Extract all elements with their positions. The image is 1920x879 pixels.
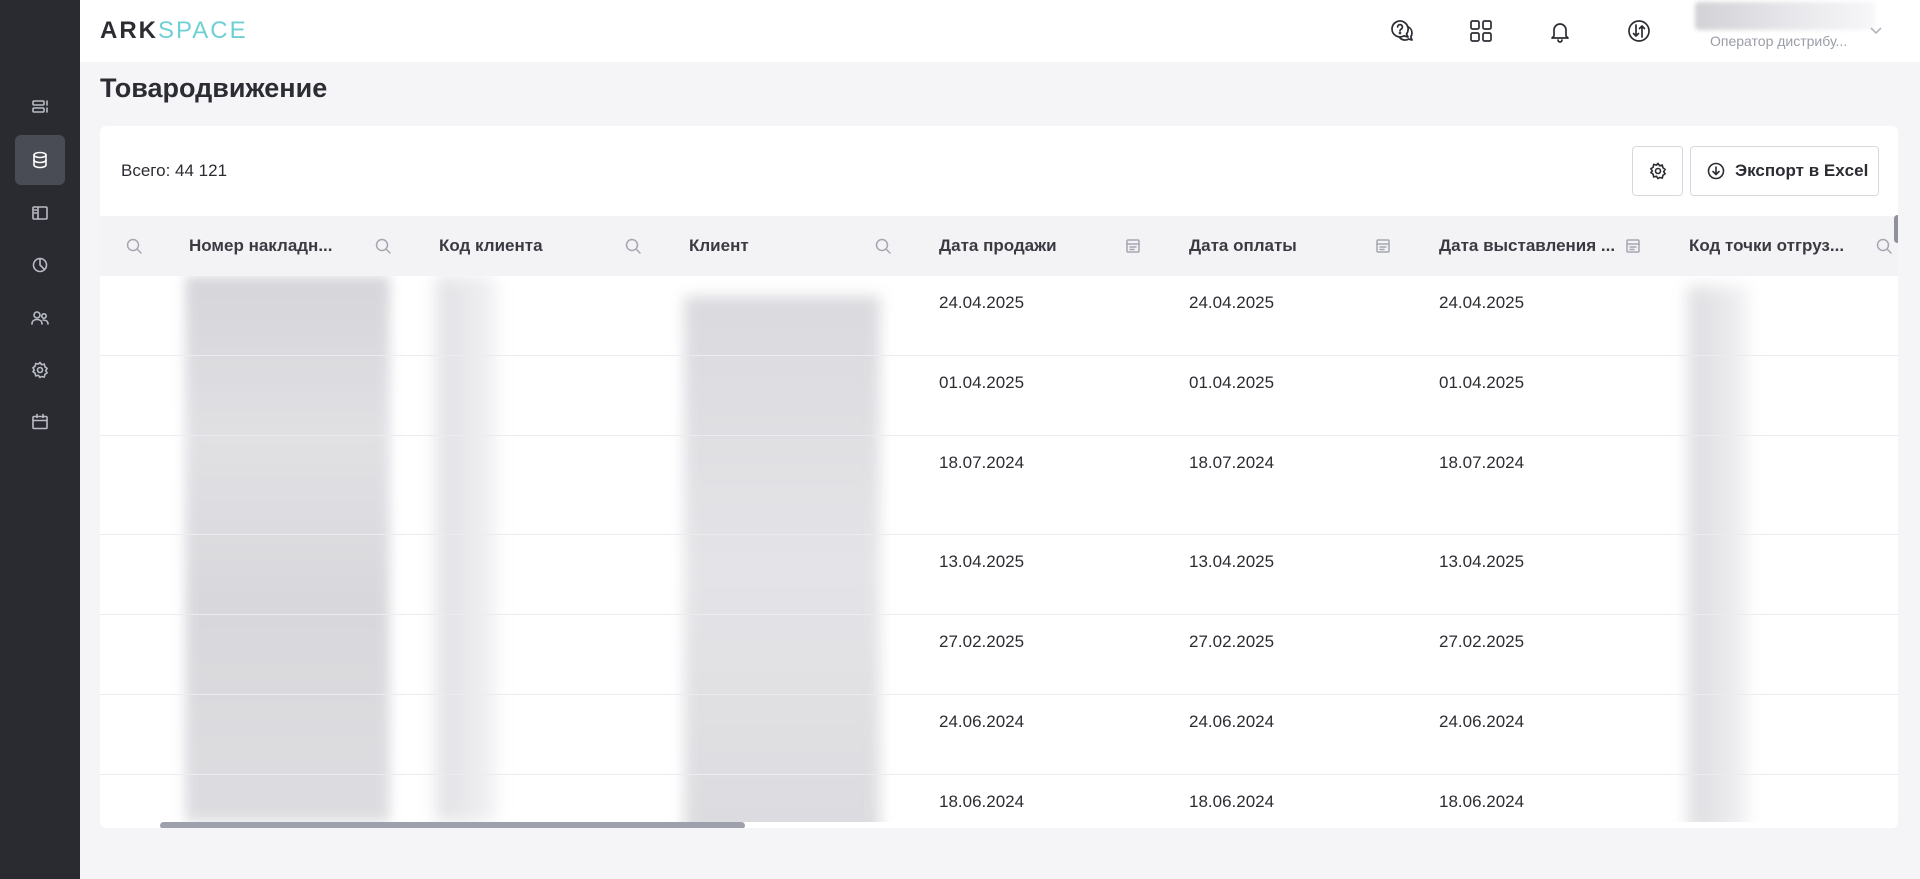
payment-date-cell: 13.04.2025 (1189, 552, 1275, 571)
sidebar-item-reports[interactable] (15, 240, 65, 290)
download-circle-icon (1707, 162, 1725, 180)
database-icon (33, 151, 47, 169)
sync-icon (1628, 20, 1650, 42)
user-name-redacted (1695, 2, 1875, 30)
sale-date-cell: 01.04.2025 (939, 373, 1025, 392)
logo-text-ark: ARK (100, 17, 158, 44)
invoice-date-cell: 18.07.2024 (1439, 453, 1525, 472)
users-icon (31, 311, 49, 325)
search-icon[interactable] (124, 236, 144, 256)
apps-grid-icon (1470, 20, 1492, 42)
calendar-icon (32, 413, 48, 430)
table-row[interactable]: 18.06.2024 18.06.2024 18.06.2024 (100, 775, 1898, 822)
sidebar-item-list[interactable] (15, 82, 65, 132)
calendar-filter-icon[interactable] (1123, 236, 1143, 256)
user-menu-chevron[interactable] (1868, 22, 1884, 38)
table-body: 24.04.2025 24.04.2025 24.04.2025 01.04.2… (100, 276, 1898, 822)
sidebar-item-settings[interactable] (15, 345, 65, 395)
vertical-scrollbar[interactable] (1894, 215, 1898, 243)
table-row[interactable]: 24.04.2025 24.04.2025 24.04.2025 (100, 276, 1898, 356)
column-label: Клиент (689, 236, 749, 255)
column-header-select (124, 216, 164, 276)
sidebar (0, 0, 80, 879)
sync-button[interactable] (1622, 14, 1656, 48)
table-settings-button[interactable] (1632, 146, 1683, 196)
chat-help-icon (1391, 20, 1413, 41)
invoice-date-cell: 18.06.2024 (1439, 792, 1525, 811)
column-header-client[interactable]: Клиент (689, 216, 939, 276)
payment-date-cell: 01.04.2025 (1189, 373, 1275, 392)
gear-icon (32, 361, 48, 379)
sale-date-cell: 24.06.2024 (939, 712, 1025, 731)
book-icon (32, 206, 48, 220)
invoice-date-cell: 01.04.2025 (1439, 373, 1525, 392)
gear-icon (1649, 162, 1666, 180)
sale-date-cell: 27.02.2025 (939, 632, 1025, 651)
chevron-down-icon (1870, 27, 1882, 35)
invoice-date-cell: 24.04.2025 (1439, 293, 1525, 312)
export-excel-button[interactable]: Экспорт в Excel (1690, 146, 1879, 196)
top-header: ARKSPACE Оператор дистрибу... (80, 0, 1920, 62)
logo-text-space: SPACE (158, 17, 248, 44)
search-icon[interactable] (373, 236, 393, 256)
invoice-date-cell: 27.02.2025 (1439, 632, 1525, 651)
column-label: Дата оплаты (1189, 236, 1297, 255)
pie-chart-icon (32, 257, 48, 273)
sidebar-item-book[interactable] (15, 188, 65, 238)
payment-date-cell: 24.06.2024 (1189, 712, 1275, 731)
search-icon[interactable] (1874, 236, 1894, 256)
column-header-shipping-point[interactable]: Код точки отгруз... (1689, 216, 1898, 276)
table-row[interactable]: 27.02.2025 27.02.2025 27.02.2025 (100, 615, 1898, 695)
page-title: Товародвижение (100, 73, 328, 103)
table-row[interactable]: 01.04.2025 01.04.2025 01.04.2025 (100, 356, 1898, 436)
horizontal-scrollbar[interactable] (160, 822, 745, 828)
bell-icon (1551, 23, 1569, 43)
notifications-button[interactable] (1543, 14, 1577, 48)
payment-date-cell: 24.04.2025 (1189, 293, 1275, 312)
column-header-client-code[interactable]: Код клиента (439, 216, 689, 276)
column-header-sale-date[interactable]: Дата продажи (939, 216, 1189, 276)
table-row[interactable]: 24.06.2024 24.06.2024 24.06.2024 (100, 695, 1898, 775)
payment-date-cell: 27.02.2025 (1189, 632, 1275, 651)
column-label: Номер накладн... (189, 236, 333, 255)
sidebar-item-users[interactable] (15, 293, 65, 343)
calendar-filter-icon[interactable] (1623, 236, 1643, 256)
table-header: Номер накладн... Код клиента Клиент Дата… (100, 216, 1898, 276)
search-icon[interactable] (623, 236, 643, 256)
payment-date-cell: 18.06.2024 (1189, 792, 1275, 811)
sidebar-item-database[interactable] (15, 135, 65, 185)
table-row[interactable]: 18.07.2024 18.07.2024 18.07.2024 (100, 436, 1898, 535)
calendar-filter-icon[interactable] (1373, 236, 1393, 256)
search-icon[interactable] (873, 236, 893, 256)
sale-date-cell: 18.07.2024 (939, 453, 1025, 472)
column-header-payment-date[interactable]: Дата оплаты (1189, 216, 1439, 276)
table-card: Всего: 44 121 Экспорт в Excel Номер накл… (100, 126, 1898, 828)
list-icon (32, 100, 48, 113)
export-excel-label: Экспорт в Excel (1735, 161, 1869, 180)
invoice-date-cell: 24.06.2024 (1439, 712, 1525, 731)
column-label: Дата выставления ... (1439, 236, 1616, 255)
help-chat-button[interactable] (1385, 14, 1419, 48)
column-header-invoice[interactable]: Номер накладн... (189, 216, 439, 276)
sale-date-cell: 18.06.2024 (939, 792, 1025, 811)
sidebar-item-calendar[interactable] (15, 397, 65, 447)
column-label: Код клиента (439, 236, 543, 255)
total-count: Всего: 44 121 (121, 161, 228, 180)
logo[interactable]: ARKSPACE (100, 19, 248, 43)
payment-date-cell: 18.07.2024 (1189, 453, 1275, 472)
column-label: Дата продажи (939, 236, 1057, 255)
apps-button[interactable] (1464, 14, 1498, 48)
user-role: Оператор дистрибу... (1710, 33, 1848, 49)
sale-date-cell: 13.04.2025 (939, 552, 1025, 571)
sale-date-cell: 24.04.2025 (939, 293, 1025, 312)
user-menu[interactable]: Оператор дистрибу... (1689, 0, 1889, 62)
table-row[interactable]: 13.04.2025 13.04.2025 13.04.2025 (100, 535, 1898, 615)
column-header-invoice-date[interactable]: Дата выставления ... (1439, 216, 1689, 276)
column-label: Код точки отгруз... (1689, 236, 1845, 255)
invoice-date-cell: 13.04.2025 (1439, 552, 1525, 571)
